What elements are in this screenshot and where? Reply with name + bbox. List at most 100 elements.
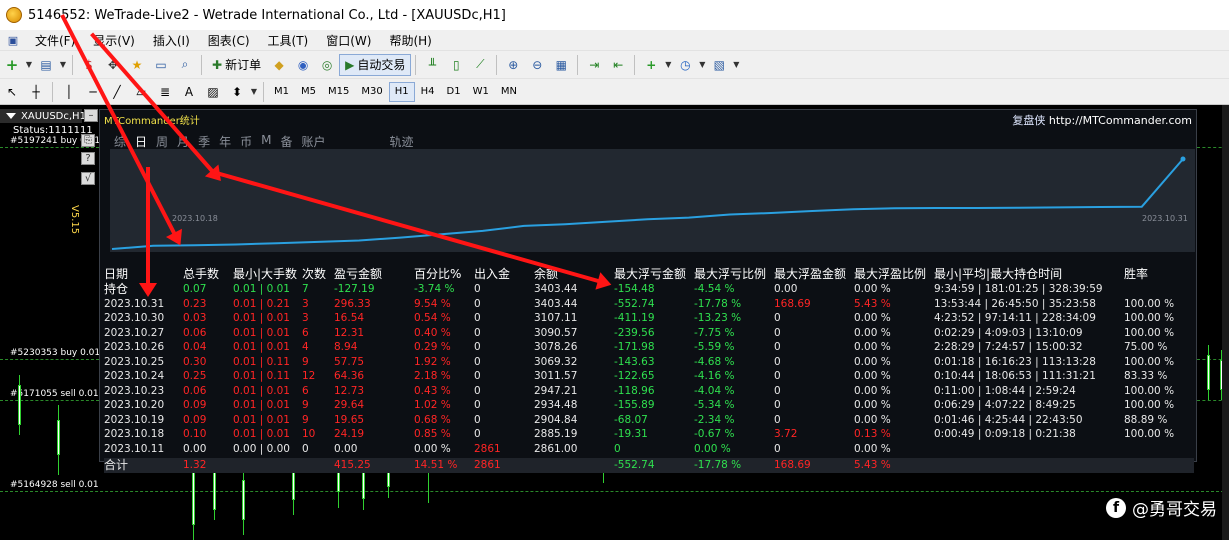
panel-tabs: 综 日 周 月 季 年 币 M 备 账户 轨迹 bbox=[114, 133, 423, 150]
timeframe-m1[interactable]: M1 bbox=[268, 82, 295, 102]
menu-charts[interactable]: 图表(C) bbox=[199, 32, 259, 49]
help-button[interactable]: ⎘ bbox=[81, 134, 95, 147]
equity-start-date: 2023.10.18 bbox=[172, 214, 218, 223]
dropdown-arrow-icon[interactable]: ▼ bbox=[250, 81, 258, 103]
holding-row[interactable]: 持仓 0.07 0.01 | 0.01 7 -127.19 -3.74 % 0 3403.44… bbox=[104, 282, 1194, 297]
tab-account[interactable]: 账户 bbox=[301, 133, 325, 150]
cell-max_fp_pct: 0.00 % bbox=[854, 312, 891, 324]
app-icon bbox=[6, 7, 22, 23]
navigator-icon[interactable]: ★ bbox=[126, 54, 148, 76]
cell-win: 100.00 % bbox=[1124, 384, 1175, 397]
order-line bbox=[0, 359, 99, 360]
tile-windows-icon[interactable]: ▦ bbox=[550, 54, 572, 76]
timeframe-d1[interactable]: D1 bbox=[441, 82, 467, 102]
cell-pnl: 16.54 bbox=[334, 312, 365, 324]
indicators-icon[interactable]: + bbox=[640, 54, 662, 76]
metaeditor-icon[interactable]: ◆ bbox=[268, 54, 290, 76]
candlestick-icon[interactable]: ▯ bbox=[445, 54, 467, 76]
zoom-out-icon[interactable]: ⊖ bbox=[526, 54, 548, 76]
timeframe-w1[interactable]: W1 bbox=[467, 82, 495, 102]
trendline-icon[interactable]: ╱ bbox=[106, 81, 128, 103]
timeframe-h1[interactable]: H1 bbox=[388, 81, 415, 102]
chart-scrollbar[interactable] bbox=[1222, 105, 1229, 540]
auto-scroll-icon[interactable]: ⇥ bbox=[583, 54, 605, 76]
label-tool-icon[interactable]: ▨ bbox=[202, 81, 224, 103]
arrows-tool-icon[interactable]: ⬍ bbox=[226, 81, 248, 103]
table-row[interactable]: 2023.10.18 0.10 0.01 | 0.01 10 24.19 0.85 % 0 2… bbox=[104, 427, 1194, 442]
menu-window[interactable]: 窗口(W) bbox=[317, 32, 380, 49]
column-header: 盈亏金额 bbox=[334, 267, 383, 281]
dropdown-arrow-icon[interactable]: ▼ bbox=[732, 54, 740, 76]
menu-insert[interactable]: 插入(I) bbox=[144, 32, 199, 49]
tester-icon[interactable]: ⌕ bbox=[174, 54, 196, 76]
dropdown-arrow-icon[interactable]: ▼ bbox=[59, 54, 67, 76]
crosshair-icon[interactable]: ┼ bbox=[25, 81, 47, 103]
cell-minmax: 0.00 | 0.00 bbox=[233, 442, 290, 455]
tab-week[interactable]: 周 bbox=[156, 133, 168, 150]
stats-table: 日期 总手数 最小|大手数 次数 盈亏金额 百分比% 出入金 余额 最大浮亏金额 最大浮亏比例 最大… bbox=[104, 266, 1194, 473]
table-row[interactable]: 2023.10.11 0.00 0.00 | 0.00 0 0.00 0.00 % 2861… bbox=[104, 442, 1194, 457]
table-row[interactable]: 2023.10.20 0.09 0.01 | 0.01 9 29.64 1.02 % 0 29… bbox=[104, 398, 1194, 413]
tab-quarter[interactable]: 季 bbox=[198, 133, 210, 150]
tab-track[interactable]: 轨迹 bbox=[390, 133, 414, 150]
column-header: 最小|大手数 bbox=[233, 267, 298, 281]
zoom-in-icon[interactable]: ⊕ bbox=[502, 54, 524, 76]
signals-icon[interactable]: ◎ bbox=[316, 54, 338, 76]
site-url[interactable]: http://MTCommander.com bbox=[1049, 114, 1192, 127]
table-row[interactable]: 2023.10.26 0.04 0.01 | 0.01 4 8.94 0.29 % 0 307… bbox=[104, 340, 1194, 355]
table-row[interactable]: 2023.10.27 0.06 0.01 | 0.01 6 12.31 0.40 % 0 30… bbox=[104, 326, 1194, 341]
cursor-icon[interactable]: ↖ bbox=[1, 81, 23, 103]
watermark: f @勇哥交易 bbox=[1106, 495, 1217, 520]
profiles-icon[interactable]: ▤ bbox=[35, 54, 57, 76]
tab-year[interactable]: 年 bbox=[219, 133, 231, 150]
timeframe-m5[interactable]: M5 bbox=[295, 82, 322, 102]
question-button[interactable]: ? bbox=[81, 152, 95, 165]
cell-lots: 0.23 bbox=[183, 297, 207, 310]
tab-magic[interactable]: M bbox=[261, 133, 271, 150]
cell-pct: 2.18 % bbox=[414, 370, 451, 382]
cell-max_dd: -411.19 bbox=[614, 312, 655, 324]
confirm-button[interactable]: √ bbox=[81, 172, 95, 185]
cell-max_fp: 0 bbox=[774, 442, 781, 455]
periods-icon[interactable]: ◷ bbox=[674, 54, 696, 76]
menu-tools[interactable]: 工具(T) bbox=[259, 32, 318, 49]
new-order-button[interactable]: ✚ 新订单 bbox=[206, 54, 267, 76]
dropdown-arrow-icon[interactable]: ▼ bbox=[25, 54, 33, 76]
fibonacci-icon[interactable]: ≣ bbox=[154, 81, 176, 103]
auto-trading-button[interactable]: ▶ 自动交易 bbox=[339, 53, 412, 76]
cell-count: 3 bbox=[302, 297, 309, 310]
order-label: #5164928 sell 0.01 bbox=[10, 480, 99, 490]
menu-help[interactable]: 帮助(H) bbox=[380, 32, 440, 49]
tab-notes[interactable]: 备 bbox=[280, 133, 292, 150]
panel-site[interactable]: 复盘侠 http://MTCommander.com bbox=[1012, 112, 1192, 128]
timeframe-m30[interactable]: M30 bbox=[355, 82, 388, 102]
new-chart-icon[interactable]: + bbox=[1, 54, 23, 76]
dropdown-arrow-icon[interactable]: ▼ bbox=[698, 54, 706, 76]
mdi-window-icon[interactable]: ▣ bbox=[4, 33, 22, 47]
table-row[interactable]: 2023.10.24 0.25 0.01 | 0.11 12 64.36 2.18 % 0 3… bbox=[104, 369, 1194, 384]
minimize-button[interactable]: – bbox=[84, 109, 98, 122]
chart-shift-icon[interactable]: ⇤ bbox=[607, 54, 629, 76]
timeframe-m15[interactable]: M15 bbox=[322, 82, 355, 102]
timeframe-h4[interactable]: H4 bbox=[415, 82, 441, 102]
cell-lots: 0.06 bbox=[183, 384, 207, 397]
toolbar-separator bbox=[496, 54, 498, 75]
order-line bbox=[0, 400, 99, 401]
terminal-icon[interactable]: ▭ bbox=[150, 54, 172, 76]
table-row[interactable]: 2023.10.25 0.30 0.01 | 0.11 9 57.75 1.92 % 0 30… bbox=[104, 355, 1194, 370]
tab-day[interactable]: 日 bbox=[135, 133, 147, 150]
table-row[interactable]: 2023.10.30 0.03 0.01 | 0.01 3 16.54 0.54 % 0 31… bbox=[104, 311, 1194, 326]
cell-hold_time: 0:06:29 | 4:07:22 | 8:49:25 bbox=[934, 399, 1076, 411]
table-row[interactable]: 2023.10.19 0.09 0.01 | 0.01 9 19.65 0.68 % 0 29… bbox=[104, 413, 1194, 428]
table-row[interactable]: 2023.10.31 0.23 0.01 | 0.21 3 296.33 9.54 % 0 3… bbox=[104, 297, 1194, 312]
line-chart-icon[interactable]: ⟋ bbox=[469, 54, 491, 76]
table-row[interactable]: 2023.10.23 0.06 0.01 | 0.01 6 12.73 0.43 % 0 29… bbox=[104, 384, 1194, 399]
dropdown-arrow-icon[interactable]: ▼ bbox=[664, 54, 672, 76]
timeframe-mn[interactable]: MN bbox=[495, 82, 523, 102]
text-tool-icon[interactable]: A bbox=[178, 81, 200, 103]
tab-currency[interactable]: 币 bbox=[240, 133, 252, 150]
bar-chart-icon[interactable]: ╨ bbox=[421, 54, 443, 76]
templates-icon[interactable]: ▧ bbox=[708, 54, 730, 76]
community-icon[interactable]: ◉ bbox=[292, 54, 314, 76]
vertical-line-icon[interactable]: │ bbox=[58, 81, 80, 103]
